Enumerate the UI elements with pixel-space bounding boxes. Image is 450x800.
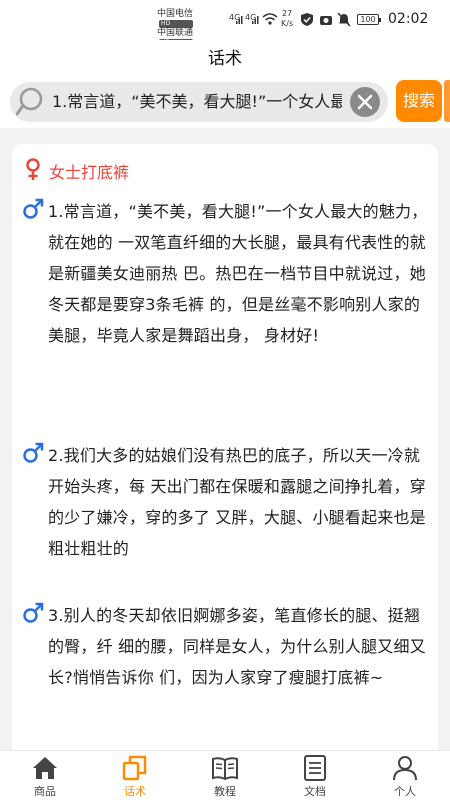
tab-products[interactable]: 商品 <box>0 751 90 800</box>
clear-search-button[interactable] <box>350 87 380 117</box>
bottom-tab-bar: 商品 话术 教程 文档 个人 <box>0 750 450 800</box>
carrier-1: 中国电信 <box>157 9 194 19</box>
signal-icon <box>236 16 243 24</box>
search-button[interactable]: 搜索 <box>396 80 442 122</box>
hd-badge-1: HD <box>159 20 194 28</box>
carrier-2: 中国联通 <box>157 28 194 38</box>
battery-icon: 100 <box>357 14 381 25</box>
network-speed: 27 K/s <box>281 9 294 28</box>
signal-icon <box>252 16 259 24</box>
script-card: 女士打底裤 1.常言道，“美不美，看大腿!”一个女人最大的魅力，就在她的 一双笔… <box>12 144 438 764</box>
tab-profile[interactable]: 个人 <box>360 751 450 800</box>
status-bar: 中国电信HD 中国联通HD 4G 4G 27K/s 100 02:02 <box>0 0 450 47</box>
page-title: 话术 <box>0 40 450 78</box>
book-icon <box>212 757 238 781</box>
shield-icon <box>301 13 313 26</box>
clock: 02:02 <box>388 11 429 27</box>
search-input[interactable] <box>52 82 342 122</box>
male-symbol-icon <box>23 602 44 623</box>
card-title: 女士打底裤 <box>49 163 130 182</box>
copy-icon <box>122 755 147 781</box>
paragraph-text: 3.别人的冬天却依旧婀娜多姿，笔直修长的腿、挺翘的臀，纤 细的腰，同样是女人，为… <box>48 606 426 687</box>
paragraph-text: 2.我们大多的姑娘们没有热巴的底子，所以天一冷就开始头疼，每 天出门都在保暖和露… <box>48 446 426 558</box>
close-icon <box>357 94 373 110</box>
side-tab-handle[interactable] <box>444 80 450 122</box>
person-icon <box>393 756 417 781</box>
search-bar: 搜索 <box>0 78 450 128</box>
wifi-icon <box>262 13 278 25</box>
home-icon <box>33 757 57 779</box>
paragraph-text: 1.常言道，“美不美，看大腿!”一个女人最大的魅力，就在她的 一双笔直纤细的大长… <box>48 202 428 345</box>
male-symbol-icon <box>23 442 44 463</box>
female-symbol-icon <box>26 158 40 180</box>
tab-scripts[interactable]: 话术 <box>90 751 180 800</box>
search-icon <box>16 87 43 116</box>
camera-icon <box>320 16 332 25</box>
tab-documents[interactable]: 文档 <box>270 751 360 800</box>
male-symbol-icon <box>23 198 44 219</box>
mute-bell-icon <box>337 12 351 27</box>
document-icon <box>304 755 326 781</box>
tab-tutorials[interactable]: 教程 <box>180 751 270 800</box>
search-box[interactable] <box>10 82 388 122</box>
